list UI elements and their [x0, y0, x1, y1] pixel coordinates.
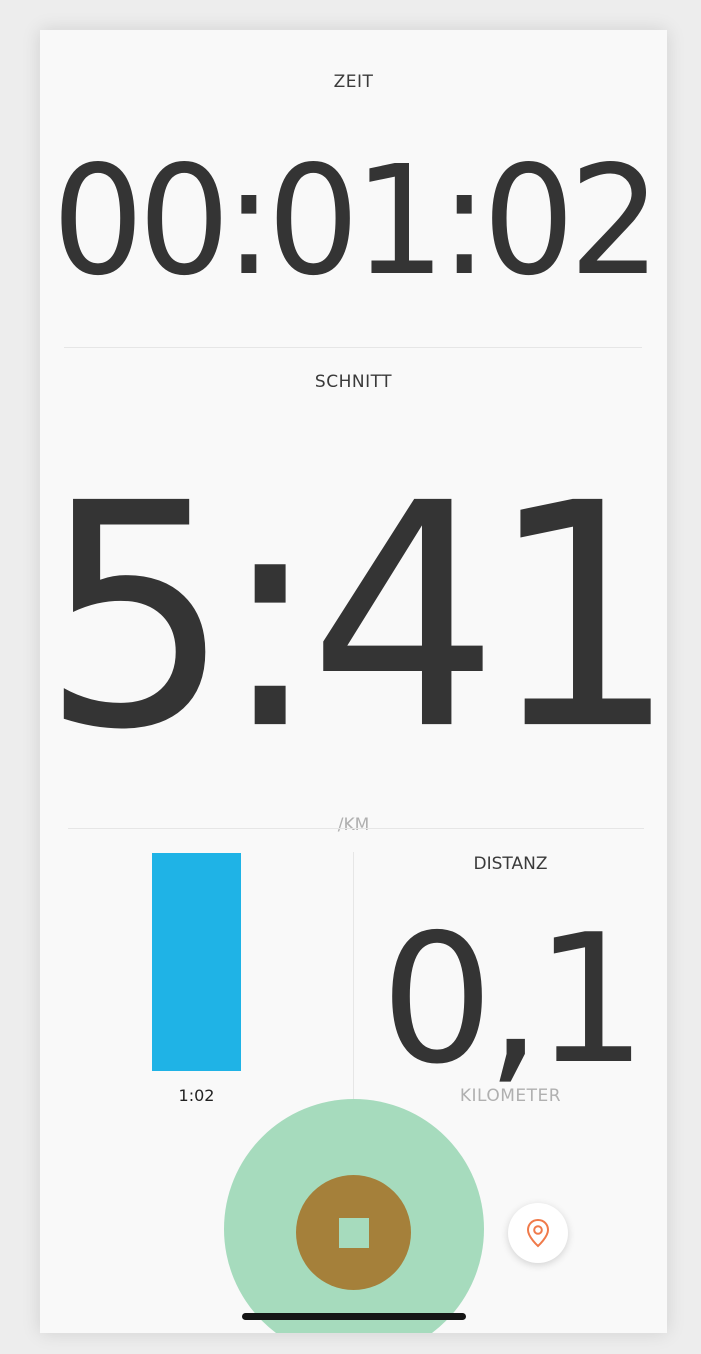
- divider-vertical: [353, 852, 354, 1106]
- stop-button[interactable]: [296, 1175, 411, 1290]
- time-value: 00:01:02: [51, 133, 661, 310]
- stop-icon: [338, 1217, 369, 1248]
- time-label: ZEIT: [333, 72, 374, 92]
- location-button[interactable]: [508, 1203, 568, 1263]
- pace-value: 5:41: [40, 437, 667, 798]
- home-indicator[interactable]: [242, 1313, 466, 1320]
- split-bar: [152, 853, 241, 1071]
- distance-value: 0,1: [380, 896, 647, 1103]
- split-label: 1:02: [178, 1086, 215, 1105]
- divider-top: [64, 347, 642, 348]
- distance-unit: KILOMETER: [459, 1086, 562, 1106]
- pace-unit: /KM: [337, 815, 370, 835]
- distance-label: DISTANZ: [473, 854, 548, 874]
- pace-label: SCHNITT: [314, 372, 393, 392]
- workout-screen: ZEIT 00:01:02 SCHNITT 5:41 /KM 1:02 DIST…: [40, 30, 667, 1333]
- divider-middle: [68, 828, 644, 829]
- location-pin-icon: [526, 1218, 550, 1248]
